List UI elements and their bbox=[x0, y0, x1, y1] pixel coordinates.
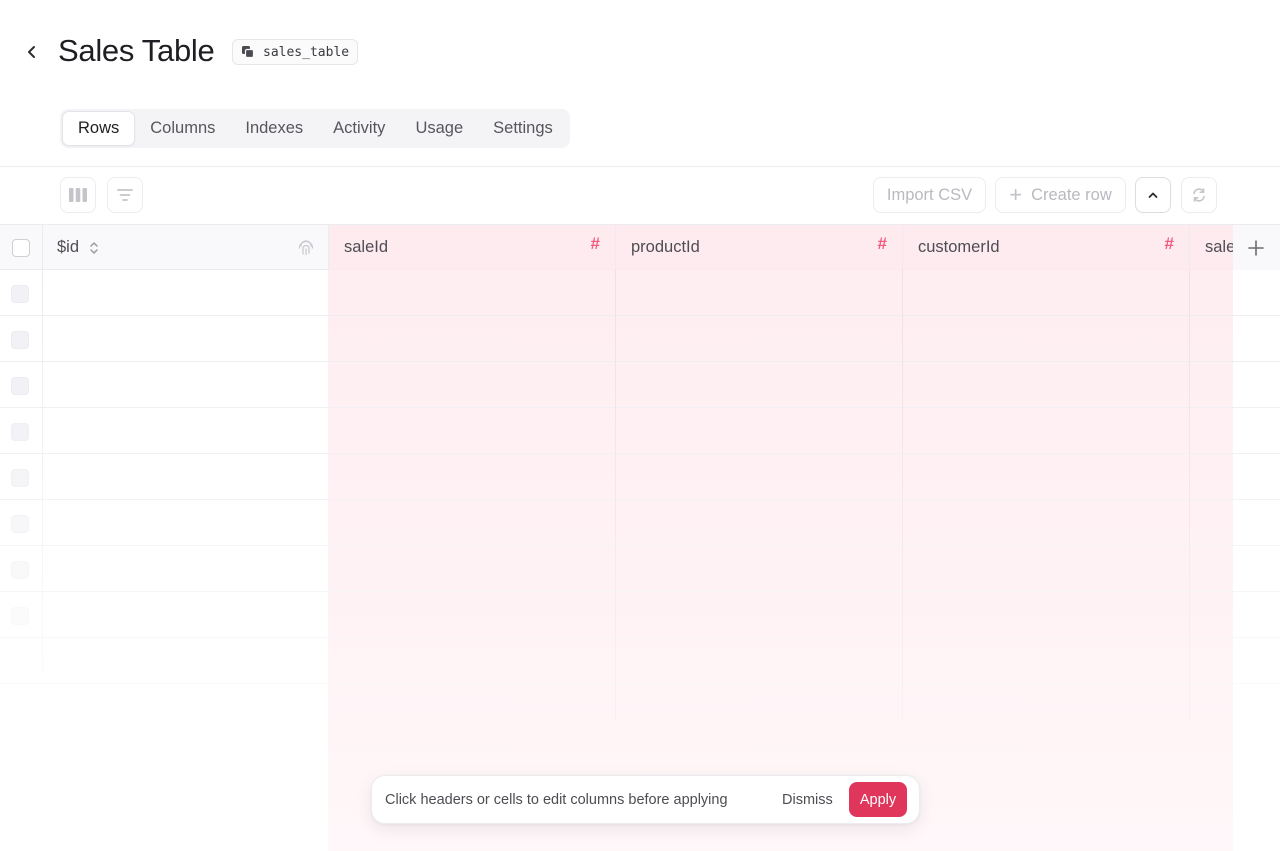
apply-button[interactable]: Apply bbox=[849, 782, 907, 817]
data-table: $id saleId # productId # customerId # sa… bbox=[0, 224, 1280, 851]
row-divider bbox=[0, 683, 1280, 684]
row-divider bbox=[0, 453, 1280, 454]
tab-activity[interactable]: Activity bbox=[318, 111, 400, 146]
column-name: sale bbox=[1205, 238, 1236, 256]
chevron-left-icon bbox=[28, 46, 35, 58]
table-header-row: $id saleId # productId # customerId # sa… bbox=[0, 224, 1280, 270]
import-csv-label: Import CSV bbox=[886, 185, 973, 204]
filter-lines-icon bbox=[117, 189, 133, 201]
row-divider bbox=[0, 361, 1280, 362]
sort-icon[interactable] bbox=[89, 240, 99, 256]
import-csv-button[interactable]: Import CSV bbox=[873, 177, 986, 213]
columns-icon bbox=[69, 188, 87, 202]
column-name: $id bbox=[57, 238, 80, 256]
row-checkbox[interactable] bbox=[11, 469, 29, 487]
column-header-id[interactable]: $id bbox=[43, 225, 329, 270]
row-checkbox[interactable] bbox=[11, 331, 29, 349]
row-divider bbox=[0, 591, 1280, 592]
back-button[interactable] bbox=[18, 38, 46, 66]
refresh-icon bbox=[1193, 188, 1205, 202]
add-column-button[interactable] bbox=[1244, 236, 1268, 260]
columns-toggle-button[interactable] bbox=[60, 177, 96, 213]
row-divider bbox=[0, 545, 1280, 546]
tab-bar: Rows Columns Indexes Activity Usage Sett… bbox=[60, 109, 570, 148]
column-divider bbox=[902, 270, 903, 720]
fingerprint-icon bbox=[298, 240, 314, 256]
row-checkbox[interactable] bbox=[11, 377, 29, 395]
refresh-button[interactable] bbox=[1181, 177, 1217, 213]
row-divider bbox=[0, 499, 1280, 500]
copy-icon bbox=[241, 45, 255, 59]
suggestion-bar: Click headers or cells to edit columns b… bbox=[371, 775, 920, 824]
column-header-productid[interactable]: productId # bbox=[616, 225, 903, 270]
hash-icon: # bbox=[877, 234, 887, 253]
hash-icon: # bbox=[1164, 234, 1174, 253]
collapse-button[interactable] bbox=[1135, 177, 1171, 213]
create-row-label: Create row bbox=[1031, 185, 1112, 204]
row-checkbox[interactable] bbox=[11, 423, 29, 441]
suggested-columns-highlight bbox=[328, 224, 1233, 851]
tab-columns[interactable]: Columns bbox=[135, 111, 230, 146]
row-checkbox[interactable] bbox=[11, 285, 29, 303]
column-divider bbox=[615, 270, 616, 720]
filter-button[interactable] bbox=[107, 177, 143, 213]
select-all-checkbox[interactable] bbox=[12, 238, 30, 257]
tab-settings[interactable]: Settings bbox=[478, 111, 568, 146]
row-checkbox[interactable] bbox=[11, 515, 29, 533]
column-divider bbox=[42, 270, 43, 674]
hash-icon: # bbox=[590, 234, 600, 253]
chevron-up-icon bbox=[1148, 192, 1158, 198]
column-name: customerId bbox=[918, 238, 1000, 256]
plus-icon: + bbox=[1009, 182, 1023, 207]
row-divider bbox=[0, 407, 1280, 408]
column-header-customerid[interactable]: customerId # bbox=[903, 225, 1190, 270]
page-title: Sales Table bbox=[58, 33, 215, 68]
tab-indexes[interactable]: Indexes bbox=[230, 111, 318, 146]
dismiss-button[interactable]: Dismiss bbox=[782, 792, 833, 808]
table-id-text: sales_table bbox=[263, 44, 350, 60]
row-divider bbox=[0, 637, 1280, 638]
header-divider bbox=[0, 166, 1280, 167]
row-checkbox[interactable] bbox=[11, 607, 29, 625]
row-divider bbox=[0, 315, 1280, 316]
table-id-copy-chip[interactable]: sales_table bbox=[232, 39, 359, 65]
suggestion-message: Click headers or cells to edit columns b… bbox=[385, 791, 728, 808]
column-name: productId bbox=[631, 238, 700, 256]
column-header-saleid[interactable]: saleId # bbox=[329, 225, 616, 270]
column-divider bbox=[1189, 270, 1190, 720]
select-all-cell bbox=[0, 225, 43, 270]
create-row-button[interactable]: + Create row bbox=[995, 177, 1126, 213]
plus-icon bbox=[1248, 240, 1264, 256]
tab-rows[interactable]: Rows bbox=[62, 111, 136, 146]
row-checkbox[interactable] bbox=[11, 561, 29, 579]
tab-usage[interactable]: Usage bbox=[400, 111, 478, 146]
column-name: saleId bbox=[344, 238, 389, 256]
